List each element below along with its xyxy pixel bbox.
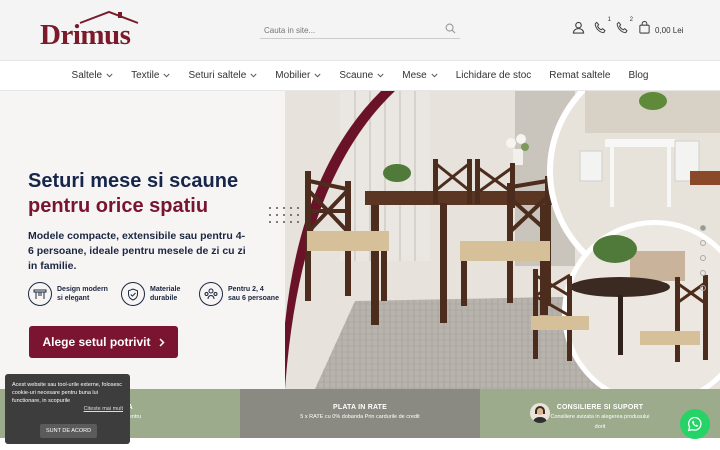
hero-image — [285, 91, 720, 389]
account-button[interactable] — [572, 21, 585, 39]
cookie-accept-button[interactable]: SUNT DE ACORD — [40, 424, 98, 438]
phone-icon — [594, 21, 606, 34]
feature-circle — [121, 282, 145, 306]
nav-item-blog[interactable]: Blog — [628, 70, 648, 81]
nav-item-label: Saltele — [71, 70, 103, 81]
feature-design-line1: Design modern — [57, 286, 108, 293]
nav-item-remat-saltele[interactable]: Remat saltele — [549, 70, 610, 81]
nav-item-lichidare-de-stoc[interactable]: Lichidare de stoc — [456, 70, 532, 81]
whatsapp-button[interactable] — [680, 409, 710, 439]
whatsapp-icon — [687, 416, 702, 432]
nav-item-label: Mobilier — [275, 70, 311, 81]
logo-text: Drimus — [40, 19, 131, 51]
chevron-down-icon — [250, 73, 257, 78]
nav-item-label: Mese — [402, 70, 427, 81]
benefit-installments-title: PLATA IN RATE — [332, 404, 388, 411]
nav-item-scaune[interactable]: Scaune — [339, 70, 384, 81]
slider-dots — [700, 225, 706, 300]
header-icons: 1 2 0,00 Lei — [572, 17, 683, 40]
feature-persons: Pentru 2, 4 sau 6 persoane — [199, 282, 279, 306]
hero-title-line2: pentru orice spatiu — [28, 195, 209, 217]
nav-item-mese[interactable]: Mese — [402, 70, 438, 81]
feature-persons-line1: Pentru 2, 4 — [228, 286, 264, 293]
benefit-support-title: CONSILIERE SI SUPORT — [556, 404, 644, 411]
nav-item-label: Seturi saltele — [188, 70, 247, 81]
feature-circle — [199, 282, 223, 306]
people-icon — [204, 288, 218, 300]
nav-item-mobilier[interactable]: Mobilier — [275, 70, 321, 81]
nav-item-saltele[interactable]: Saltele — [72, 70, 114, 81]
nav-item-label: Blog — [628, 70, 649, 81]
cart-total[interactable]: 0,00 Lei — [655, 26, 683, 35]
search-icon[interactable] — [445, 23, 456, 34]
hero-banner: Seturi mese si scaune pentru orice spati… — [0, 91, 720, 389]
slider-dot-5[interactable] — [700, 285, 706, 291]
benefit-installments: PLATA IN RATE 5 x RATE cu 0% dobanda Pri… — [240, 389, 480, 438]
chevron-down-icon — [163, 73, 171, 78]
shield-icon — [128, 287, 138, 301]
search-box — [260, 20, 460, 40]
phone-button-2[interactable]: 2 — [616, 17, 633, 39]
feature-materials: Materiale durabile — [121, 282, 180, 306]
table-icon — [33, 289, 47, 299]
phone-badge-1: 1 — [607, 17, 611, 23]
cart-button[interactable] — [638, 20, 651, 39]
phone-icon — [616, 21, 628, 34]
feature-materials-line2: durabile — [150, 295, 178, 302]
user-icon — [572, 21, 585, 34]
shopping-bag-icon — [639, 20, 650, 34]
nav-item-label: Lichidare de stoc — [455, 70, 532, 81]
header: Drimus 1 2 — [0, 0, 720, 60]
feature-design: Design modern si elegant — [28, 282, 108, 306]
nav-item-label: Textile — [131, 70, 160, 81]
hero-title: Seturi mese si scaune pentru orice spati… — [28, 169, 238, 219]
chevron-down-icon — [431, 73, 438, 78]
chevron-down-icon — [377, 73, 384, 78]
chevron-down-icon — [314, 73, 321, 78]
nav-item-label: Remat saltele — [549, 70, 611, 81]
cookie-read-more-link[interactable]: Citeste mai mult — [12, 406, 123, 412]
search-input[interactable] — [260, 21, 430, 40]
chevron-down-icon — [106, 73, 113, 78]
slider-dot-3[interactable] — [700, 255, 706, 261]
benefit-installments-desc: 5 x RATE cu 0% dobanda Prin cardurile de… — [300, 414, 420, 420]
main-nav: Saltele Textile Seturi saltele Mobilier Scau… — [0, 60, 720, 91]
feature-persons-line2: sau 6 persoane — [228, 295, 279, 302]
choose-set-button[interactable]: Alege setul potrivit — [29, 326, 178, 358]
phone-button-1[interactable]: 1 — [594, 17, 611, 39]
slider-dot-2[interactable] — [700, 240, 706, 246]
phone-badge-2: 2 — [629, 17, 633, 23]
cookie-text: Acest website sau tool-urile externe, fo… — [12, 382, 123, 404]
cta-label: Alege setul potrivit — [42, 335, 151, 349]
feature-materials-line1: Materiale — [150, 286, 181, 293]
hero-subtitle: Modele compacte, extensibile sau pentru … — [28, 230, 246, 272]
chevron-right-icon — [158, 337, 165, 347]
support-avatar — [530, 403, 550, 423]
nav-item-seturi-saltele[interactable]: Seturi saltele — [188, 70, 257, 81]
nav-item-label: Scaune — [339, 70, 374, 81]
hero-title-line1: Seturi mese si scaune — [28, 170, 239, 192]
feature-circle — [28, 282, 52, 306]
decorative-dots — [269, 207, 299, 223]
slider-dot-4[interactable] — [700, 270, 706, 276]
nav-item-textile[interactable]: Textile — [131, 70, 171, 81]
logo[interactable]: Drimus — [40, 10, 144, 50]
support-agent-icon — [530, 403, 550, 423]
cookie-banner: Acest website sau tool-urile externe, fo… — [5, 374, 130, 444]
feature-design-line2: si elegant — [57, 295, 90, 302]
slider-dot-1[interactable] — [700, 225, 706, 231]
